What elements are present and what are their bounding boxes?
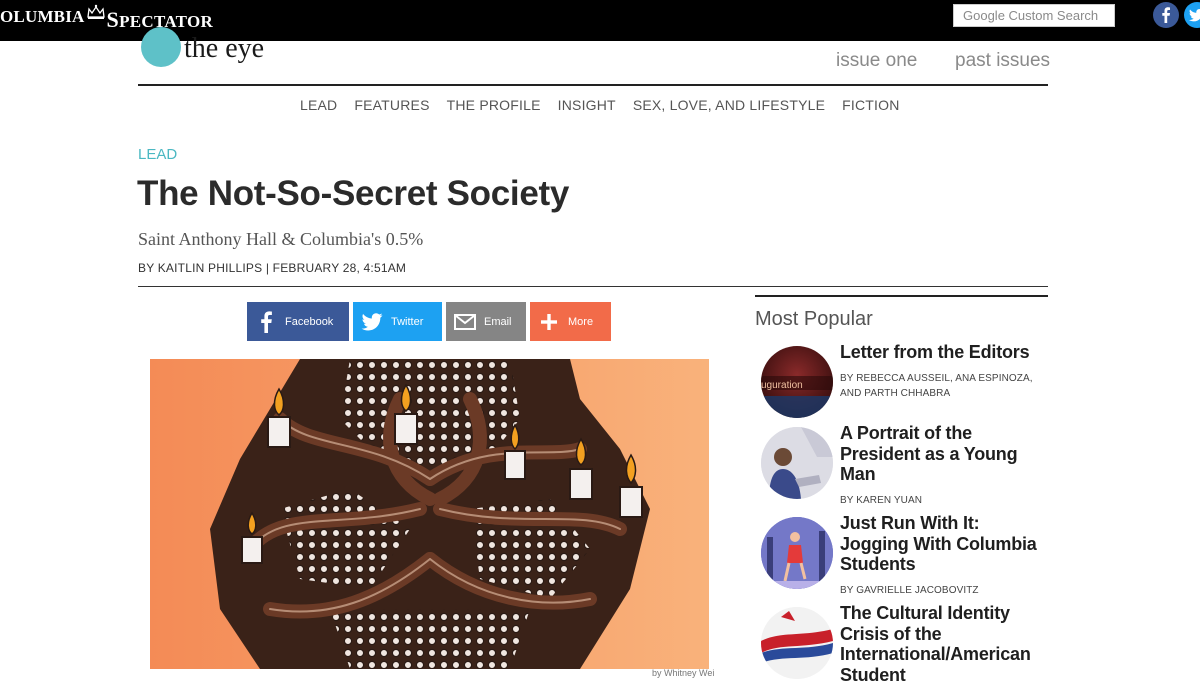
masthead-left-text: OLUMBIA (0, 7, 85, 26)
sidebar-divider (755, 295, 1048, 297)
article-section-link[interactable]: LEAD (138, 146, 177, 164)
most-popular-heading: Most Popular (755, 308, 873, 330)
popular-thumbnail-4[interactable] (761, 607, 833, 679)
share-more-button[interactable]: More (530, 302, 611, 341)
eye-logo-text[interactable]: the eye (184, 32, 264, 66)
share-twitter-label: Twitter (391, 315, 424, 328)
masthead-initial: S (106, 7, 120, 32)
image-credit: by Whitney Wei (652, 668, 715, 678)
eye-logo-circle (141, 27, 181, 67)
popular-title-4[interactable]: The Cultural Identity Crisis of the Inte… (840, 603, 1045, 685)
nav-item-features[interactable]: FEATURES (354, 95, 429, 115)
popular-thumbnail-1[interactable]: uguration (761, 346, 833, 418)
share-more-label: More (568, 315, 594, 328)
article-byline: BY KAITLIN PHILLIPS | FEBRUARY 28, 4:51A… (138, 261, 407, 275)
byline-divider (138, 286, 1048, 287)
plus-icon (530, 313, 568, 330)
popular-title-3[interactable]: Just Run With It: Jogging With Columbia … (840, 513, 1045, 575)
facebook-icon[interactable] (1153, 2, 1179, 28)
article-subtitle: Saint Anthony Hall & Columbia's 0.5% (138, 229, 424, 249)
popular-title-2[interactable]: A Portrait of the President as a Young M… (840, 423, 1045, 485)
facebook-icon (247, 310, 285, 333)
article-title: The Not-So-Secret Society (137, 174, 570, 213)
share-facebook-button[interactable]: Facebook (247, 302, 349, 341)
share-email-label: Email (484, 315, 512, 328)
chandelier-illustration (150, 359, 709, 669)
popular-thumbnail-2[interactable] (761, 427, 833, 499)
nav-item-lead[interactable]: LEAD (300, 95, 337, 115)
popular-author-2: BY KAREN YUAN (840, 495, 923, 506)
nav-item-insight[interactable]: INSIGHT (558, 95, 616, 115)
nav-item-the-profile[interactable]: THE PROFILE (447, 95, 541, 115)
past-issues-link[interactable]: past issues (955, 49, 1050, 73)
popular-author-3: BY GAVRIELLE JACOBOVITZ (840, 585, 979, 596)
nav-item-sex-love-lifestyle[interactable]: SEX, LOVE, AND LIFESTYLE (633, 95, 825, 115)
twitter-icon[interactable] (1184, 2, 1200, 28)
nav-item-fiction[interactable]: FICTION (842, 95, 899, 115)
popular-author-1: BY REBECCA AUSSEIL, ANA ESPINOZA, AND PA… (840, 373, 1033, 399)
section-nav: LEAD FEATURES THE PROFILE INSIGHT SEX, L… (300, 95, 900, 115)
issue-one-link[interactable]: issue one (836, 49, 917, 73)
crown-crest-icon (86, 4, 105, 19)
popular-thumbnail-3[interactable] (761, 517, 833, 589)
header-divider (138, 84, 1048, 86)
popular-title-1[interactable]: Letter from the Editors (840, 342, 1045, 363)
svg-text:uguration: uguration (761, 380, 803, 391)
share-email-button[interactable]: Email (446, 302, 526, 341)
share-facebook-label: Facebook (285, 315, 334, 328)
search-input[interactable]: Google Custom Search (953, 4, 1115, 27)
twitter-icon (353, 312, 391, 331)
spectator-logo[interactable]: OLUMBIA SPECTATOR (0, 3, 213, 33)
share-twitter-button[interactable]: Twitter (353, 302, 442, 341)
email-envelope-icon (446, 313, 484, 330)
top-bar: OLUMBIA SPECTATOR Google Custom Search (0, 0, 1200, 41)
